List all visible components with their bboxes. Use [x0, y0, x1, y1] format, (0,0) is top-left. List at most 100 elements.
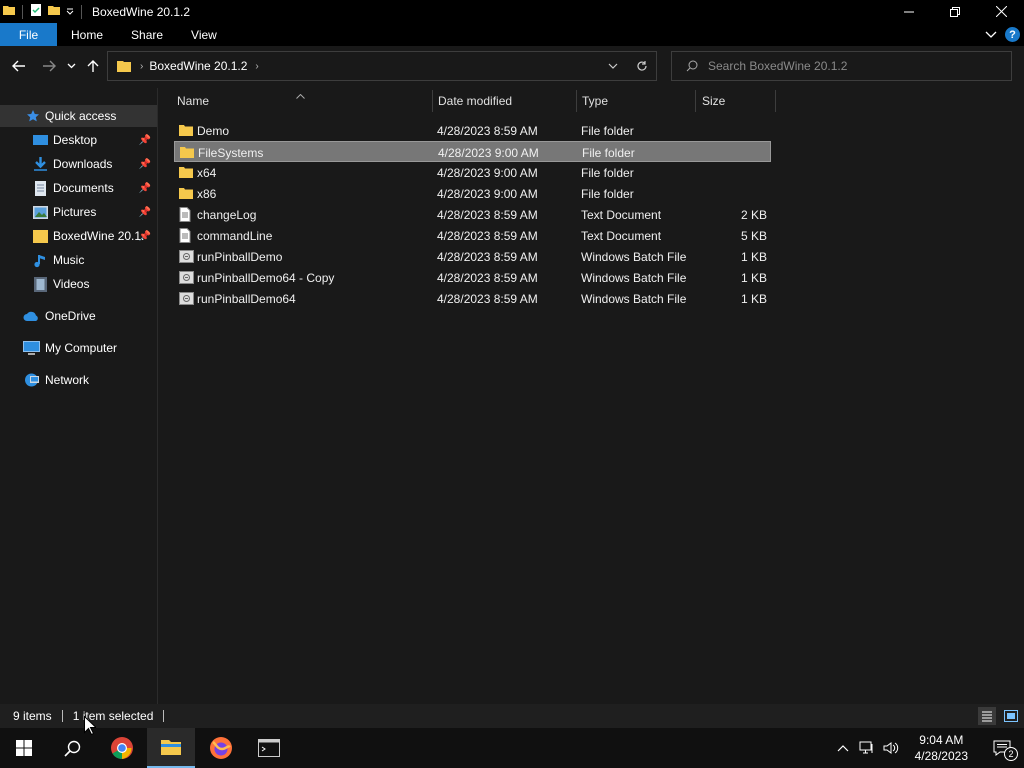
table-row[interactable]: changeLog 4/28/2023 8:59 AM Text Document 2… [174, 204, 771, 225]
search-box[interactable]: Search BoxedWine 20.1.2 [671, 51, 1012, 81]
column-header-type[interactable]: Type [582, 88, 692, 114]
nav-boxedwine[interactable]: BoxedWine 20.1. 📌 [0, 225, 157, 247]
divider[interactable] [576, 90, 577, 112]
details-view-icon[interactable] [978, 707, 996, 725]
properties-icon[interactable] [29, 3, 43, 20]
divider[interactable] [775, 90, 776, 112]
divider [81, 4, 82, 19]
file-name: FileSystems [198, 145, 264, 160]
batch-file-icon [179, 267, 194, 288]
chevron-right-icon[interactable]: › [140, 61, 143, 72]
text-file-icon [179, 204, 191, 225]
refresh-icon[interactable] [636, 60, 648, 72]
firefox-icon[interactable] [197, 728, 245, 768]
nav-documents[interactable]: Documents 📌 [0, 177, 157, 199]
forward-button[interactable] [38, 55, 60, 77]
large-icons-view-icon[interactable] [1002, 707, 1020, 725]
nav-network[interactable]: Network [0, 369, 157, 391]
back-button[interactable] [8, 55, 30, 77]
table-row[interactable]: Demo 4/28/2023 8:59 AM File folder [174, 120, 771, 141]
expand-ribbon-icon[interactable] [985, 28, 997, 42]
table-row[interactable]: runPinballDemo64 - Copy 4/28/2023 8:59 AM… [174, 267, 771, 288]
table-row[interactable]: runPinballDemo 4/28/2023 8:59 AM Windows B… [174, 246, 771, 267]
pin-icon: 📌 [138, 158, 151, 170]
new-folder-icon[interactable] [47, 3, 61, 20]
nav-downloads[interactable]: Downloads 📌 [0, 153, 157, 175]
table-row[interactable]: runPinballDemo64 4/28/2023 8:59 AM Windows… [174, 288, 771, 309]
file-name: runPinballDemo64 - Copy [197, 270, 335, 285]
help-icon[interactable]: ? [1005, 27, 1020, 42]
music-icon [33, 253, 48, 268]
file-type: File folder [581, 123, 634, 138]
clock-date: 4/28/2023 [914, 749, 968, 763]
clock-time: 9:04 AM [919, 733, 964, 747]
file-date: 4/28/2023 9:00 AM [437, 165, 538, 180]
file-type: Text Document [581, 207, 662, 222]
file-size [704, 183, 767, 204]
folder-icon[interactable] [2, 3, 16, 20]
close-button[interactable] [978, 0, 1024, 23]
nav-music-label: Music [53, 253, 85, 267]
column-header-size[interactable]: Size [702, 88, 772, 114]
table-row[interactable]: x64 4/28/2023 9:00 AM File folder [174, 162, 771, 183]
notifications-button[interactable]: 2 [980, 728, 1024, 768]
up-button[interactable] [83, 55, 103, 77]
nav-network-label: Network [45, 373, 90, 387]
file-type: Windows Batch File [581, 291, 687, 306]
file-size [705, 142, 768, 163]
pin-icon: 📌 [138, 182, 151, 194]
file-type: Text Document [581, 228, 662, 243]
pin-icon: 📌 [138, 230, 151, 242]
table-row[interactable]: x86 4/28/2023 9:00 AM File folder [174, 183, 771, 204]
address-dropdown-icon[interactable] [608, 63, 618, 69]
title-bar: BoxedWine 20.1.2 [0, 0, 1024, 23]
tab-file[interactable]: File [0, 23, 57, 46]
file-type: Windows Batch File [581, 270, 687, 285]
file-size [704, 162, 767, 183]
nav-quick-access[interactable]: Quick access [0, 105, 157, 127]
documents-icon [33, 180, 48, 196]
minimize-button[interactable] [886, 0, 932, 23]
column-header-date[interactable]: Date modified [438, 88, 573, 114]
search-input[interactable]: Search BoxedWine 20.1.2 [708, 59, 847, 73]
tab-share[interactable]: Share [117, 23, 177, 46]
start-button[interactable] [0, 728, 48, 768]
table-row[interactable]: FileSystems 4/28/2023 9:00 AM File folder [174, 141, 771, 162]
tab-home[interactable]: Home [57, 23, 117, 46]
nav-pictures[interactable]: Pictures 📌 [0, 201, 157, 223]
volume-icon[interactable] [883, 741, 899, 755]
file-type: File folder [581, 165, 634, 180]
column-header-name[interactable]: Name [177, 88, 427, 114]
network-status-icon[interactable] [859, 741, 875, 755]
tab-view[interactable]: View [177, 23, 231, 46]
nav-videos[interactable]: Videos [0, 273, 157, 295]
divider[interactable] [432, 90, 433, 112]
text-file-icon [179, 225, 191, 246]
nav-onedrive[interactable]: OneDrive [0, 305, 157, 327]
chevron-up-icon[interactable] [837, 744, 849, 752]
nav-my-computer[interactable]: My Computer [0, 337, 157, 359]
cloud-icon [23, 311, 40, 322]
file-name: commandLine [197, 228, 273, 243]
file-explorer-icon[interactable] [147, 728, 195, 768]
divider[interactable] [695, 90, 696, 112]
terminal-icon[interactable] [245, 728, 293, 768]
chevron-right-icon[interactable]: › [255, 61, 258, 72]
breadcrumb[interactable]: BoxedWine 20.1.2 [149, 59, 247, 73]
recent-locations-button[interactable] [64, 55, 78, 77]
customize-dropdown-icon[interactable] [65, 5, 75, 19]
file-type: File folder [581, 186, 634, 201]
clock[interactable]: 9:04 AM 4/28/2023 [915, 732, 968, 764]
notification-count-badge: 2 [1004, 747, 1018, 761]
restore-button[interactable] [932, 0, 978, 23]
network-icon [23, 373, 40, 388]
folder-icon [180, 142, 194, 163]
chrome-icon[interactable] [98, 728, 146, 768]
nav-music[interactable]: Music [0, 249, 157, 271]
file-size: 1 KB [740, 249, 767, 264]
address-bar[interactable]: › BoxedWine 20.1.2 › [107, 51, 657, 81]
table-row[interactable]: commandLine 4/28/2023 8:59 AM Text Documen… [174, 225, 771, 246]
batch-file-icon [179, 246, 194, 267]
batch-file-icon [179, 288, 194, 309]
nav-desktop[interactable]: Desktop 📌 [0, 129, 157, 151]
